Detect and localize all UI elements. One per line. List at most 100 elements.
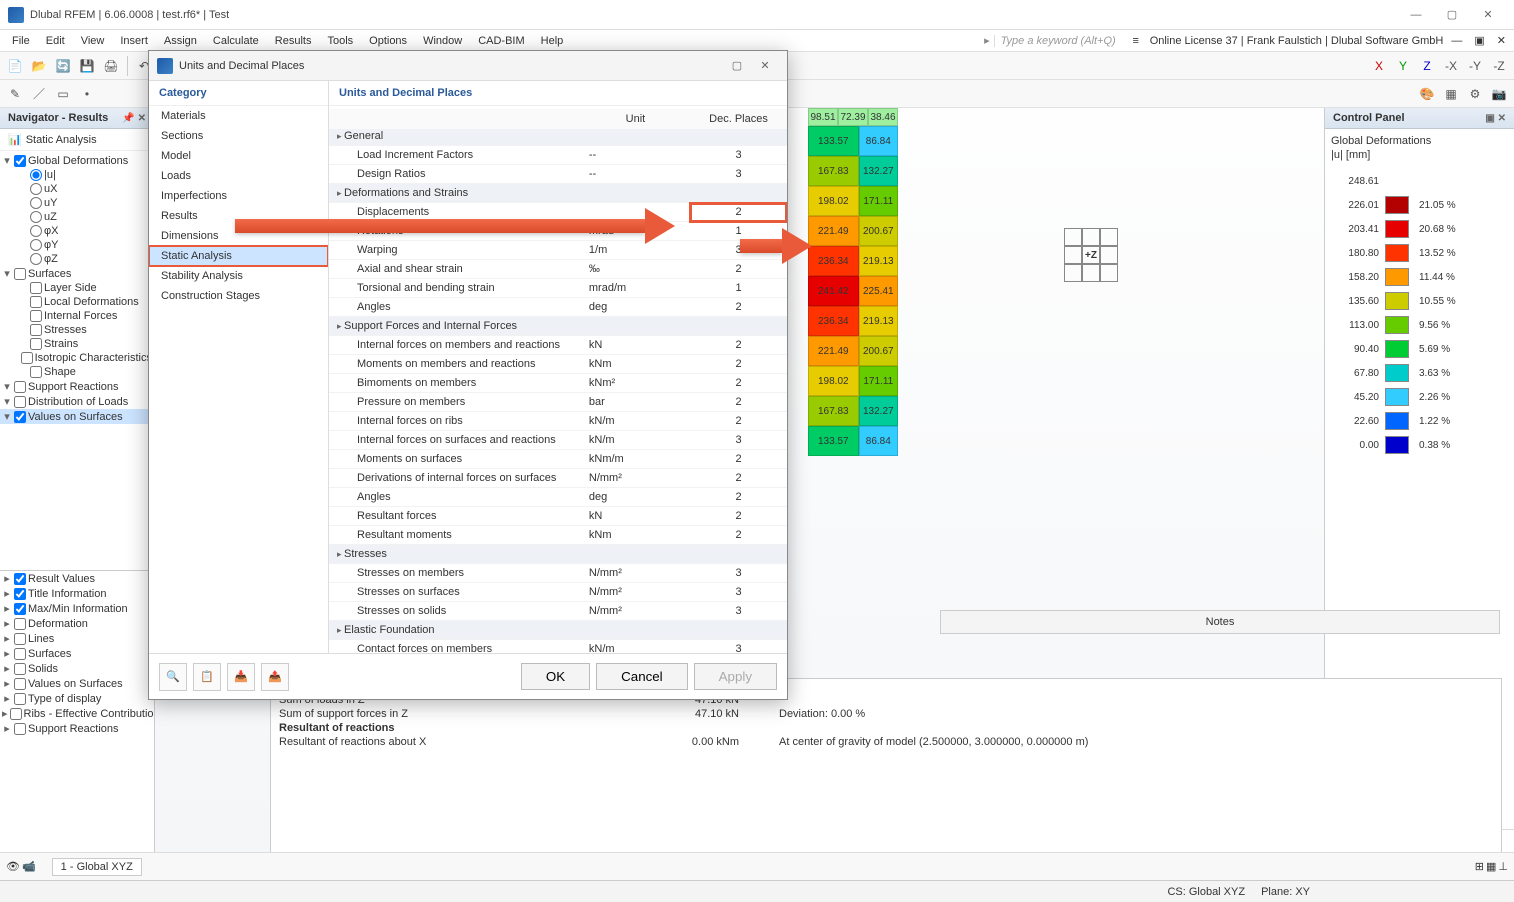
tree-item[interactable]: |u|	[0, 168, 154, 182]
settings-row[interactable]: Moments on members and reactionskNm2	[329, 355, 787, 374]
cp-pin-icon[interactable]: ▣ ✕	[1485, 113, 1506, 124]
menu-results[interactable]: Results	[267, 33, 320, 49]
refresh-icon[interactable]: 🔄	[52, 55, 74, 77]
tree-checkbox[interactable]	[10, 708, 22, 720]
keyword-search[interactable]: Type a keyword (Alt+Q)	[994, 35, 1122, 47]
setting-decimals[interactable]: 2	[690, 374, 787, 393]
tree-checkbox[interactable]	[30, 282, 42, 294]
draw-icon[interactable]: ✎	[4, 83, 26, 105]
display-tree-item[interactable]: ▸Title Information	[0, 586, 154, 601]
snap-icon[interactable]: ⊞	[1475, 860, 1484, 873]
axis-x-icon[interactable]: X	[1368, 55, 1390, 77]
copy-icon[interactable]: 📋	[193, 663, 221, 691]
display-tree-item[interactable]: ▸Values on Surfaces	[0, 676, 154, 691]
axis-y-icon[interactable]: Y	[1392, 55, 1414, 77]
tree-checkbox[interactable]	[14, 603, 26, 615]
tree-item[interactable]: Stresses	[0, 323, 154, 337]
gear-icon[interactable]: ⚙	[1464, 83, 1486, 105]
tree-radio[interactable]	[30, 225, 42, 237]
settings-row[interactable]: Resultant forceskN2	[329, 507, 787, 526]
tree-checkbox[interactable]	[14, 678, 26, 690]
display-tree-item[interactable]: ▸Type of display	[0, 691, 154, 706]
tree-checkbox[interactable]	[14, 573, 26, 585]
setting-decimals[interactable]: 2	[690, 298, 787, 317]
grid-icon[interactable]: ▦	[1440, 83, 1462, 105]
ortho-icon[interactable]: ⊥	[1498, 860, 1508, 873]
tree-checkbox[interactable]	[14, 648, 26, 660]
axis-z-icon[interactable]: Z	[1416, 55, 1438, 77]
maximize-button[interactable]: ▢	[1434, 0, 1470, 30]
settings-row[interactable]: Anglesdeg2	[329, 488, 787, 507]
settings-row[interactable]: Design Ratios--3	[329, 165, 787, 184]
tree-radio[interactable]	[30, 169, 42, 181]
menu-calculate[interactable]: Calculate	[205, 33, 267, 49]
setting-unit[interactable]: bar	[581, 393, 690, 412]
menu-tools[interactable]: Tools	[319, 33, 361, 49]
setting-decimals[interactable]: 2	[690, 412, 787, 431]
setting-decimals[interactable]: 3	[690, 640, 787, 654]
tree-item[interactable]: Internal Forces	[0, 309, 154, 323]
settings-row[interactable]: Internal forces on ribskN/m2	[329, 412, 787, 431]
tree-item[interactable]: Strains	[0, 337, 154, 351]
setting-decimals[interactable]: 3	[690, 583, 787, 602]
setting-decimals[interactable]: 2	[690, 488, 787, 507]
category-item[interactable]: Imperfections	[149, 186, 328, 206]
navigator-tab[interactable]: 📊 Static Analysis	[0, 129, 154, 151]
tree-item[interactable]: uX	[0, 182, 154, 196]
tree-item[interactable]: Shape	[0, 365, 154, 379]
menu-insert[interactable]: Insert	[112, 33, 156, 49]
setting-decimals[interactable]: 3	[690, 564, 787, 583]
menu-window[interactable]: Window	[415, 33, 470, 49]
settings-row[interactable]: Bimoments on memberskNm²2	[329, 374, 787, 393]
display-tree-item[interactable]: ▸Support Reactions	[0, 721, 154, 736]
tree-checkbox[interactable]	[30, 366, 42, 378]
mdi-close-icon[interactable]: ✕	[1493, 34, 1510, 47]
menu-edit[interactable]: Edit	[38, 33, 73, 49]
tree-item[interactable]: ▾Distribution of Loads	[0, 394, 154, 409]
tree-item[interactable]: ▾Surfaces	[0, 266, 154, 281]
tree-checkbox[interactable]	[14, 663, 26, 675]
settings-row[interactable]: Rotationsmrad1	[329, 222, 787, 241]
settings-row[interactable]: Pressure on membersbar2	[329, 393, 787, 412]
tree-item[interactable]: Local Deformations	[0, 295, 154, 309]
display-tree-item[interactable]: ▸Lines	[0, 631, 154, 646]
tree-checkbox[interactable]	[14, 155, 26, 167]
setting-decimals[interactable]: 3	[690, 165, 787, 184]
setting-unit[interactable]	[581, 203, 690, 222]
tree-checkbox[interactable]	[14, 618, 26, 630]
setting-unit[interactable]: --	[581, 165, 690, 184]
settings-row[interactable]: Contact forces on memberskN/m3	[329, 640, 787, 654]
new-icon[interactable]: 📄	[4, 55, 26, 77]
tree-checkbox[interactable]	[14, 633, 26, 645]
setting-decimals[interactable]: 2	[690, 469, 787, 488]
tree-checkbox[interactable]	[30, 296, 42, 308]
help-icon[interactable]: 🔍	[159, 663, 187, 691]
tree-item[interactable]: uZ	[0, 210, 154, 224]
setting-decimals[interactable]: 3	[690, 431, 787, 450]
tree-item[interactable]: φY	[0, 238, 154, 252]
setting-unit[interactable]: ‰	[581, 260, 690, 279]
settings-row[interactable]: Moments on surfaceskNm/m2	[329, 450, 787, 469]
menu-file[interactable]: File	[4, 33, 38, 49]
setting-unit[interactable]: deg	[581, 488, 690, 507]
display-tree-item[interactable]: ▸Max/Min Information	[0, 601, 154, 616]
tree-checkbox[interactable]	[14, 396, 26, 408]
line-icon[interactable]: ／	[28, 83, 50, 105]
settings-row[interactable]: Internal forces on surfaces and reaction…	[329, 431, 787, 450]
settings-group[interactable]: Deformations and Strains	[329, 184, 787, 203]
mdi-max-icon[interactable]: ▣	[1470, 34, 1488, 47]
tree-item[interactable]: uY	[0, 196, 154, 210]
ok-button[interactable]: OK	[521, 663, 590, 690]
tree-checkbox[interactable]	[30, 338, 42, 350]
results-table[interactable]: Sum of support forces in Y0.00 kNSum of …	[270, 678, 1502, 858]
tree-item[interactable]: Layer Side	[0, 281, 154, 295]
settings-row[interactable]: Torsional and bending strainmrad/m1	[329, 279, 787, 298]
tree-radio[interactable]	[30, 197, 42, 209]
display-tree-item[interactable]: ▸Solids	[0, 661, 154, 676]
pin-icon[interactable]: 📌 ✕	[122, 113, 146, 124]
setting-unit[interactable]: N/mm²	[581, 602, 690, 621]
setting-decimals[interactable]: 2	[690, 203, 787, 222]
settings-row[interactable]: Load Increment Factors--3	[329, 146, 787, 165]
category-item[interactable]: Static Analysis	[149, 246, 328, 266]
results-row[interactable]: Resultant of reactions	[271, 721, 1501, 735]
